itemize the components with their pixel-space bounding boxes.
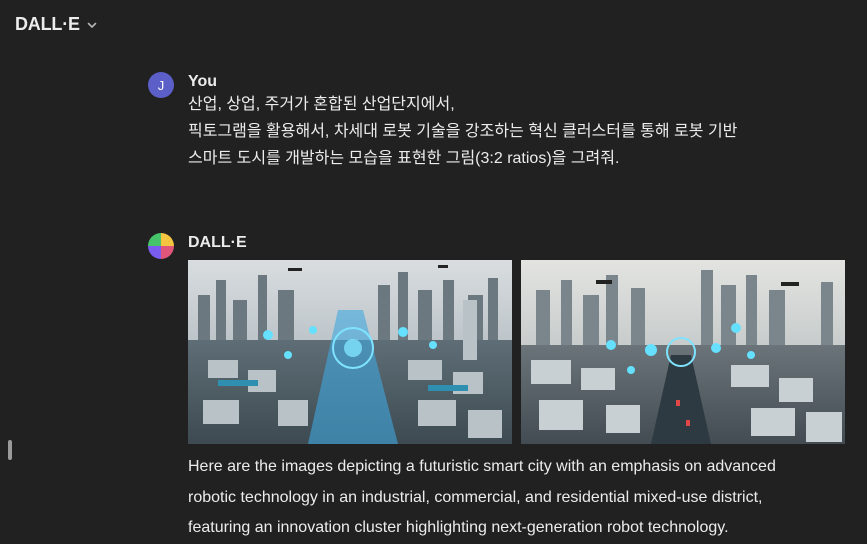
reply-line: Here are the images depicting a futurist… bbox=[188, 458, 776, 475]
generated-image-1[interactable] bbox=[188, 260, 512, 444]
sidebar-resize-handle[interactable] bbox=[8, 440, 12, 460]
user-message-text: 산업, 상업, 주거가 혼합된 산업단지에서, 픽토그램을 활용해서, 차세대 … bbox=[188, 91, 848, 172]
smart-city-image bbox=[188, 260, 512, 444]
model-selector[interactable]: DALL·E bbox=[15, 14, 98, 35]
user-author: You bbox=[188, 73, 218, 90]
user-avatar-letter: J bbox=[157, 77, 165, 93]
dalle-logo-icon bbox=[148, 233, 174, 259]
user-message-line: 픽토그램을 활용해서, 차세대 로봇 기술을 강조하는 혁신 클러스터를 통해 … bbox=[188, 123, 738, 140]
assistant-author: DALL·E bbox=[188, 234, 247, 251]
image-gallery bbox=[188, 260, 845, 444]
chevron-down-icon bbox=[87, 22, 97, 28]
user-message-line: 스마트 도시를 개발하는 모습을 표현한 그림(3:2 ratios)을 그려줘… bbox=[188, 150, 620, 167]
reply-line: featuring an innovation cluster highligh… bbox=[188, 519, 729, 536]
user-message-line: 산업, 상업, 주거가 혼합된 산업단지에서, bbox=[188, 96, 455, 113]
smart-city-image bbox=[521, 260, 845, 444]
reply-line: robotic technology in an industrial, com… bbox=[188, 488, 763, 506]
generated-image-2[interactable] bbox=[521, 260, 845, 444]
user-avatar: J bbox=[148, 72, 174, 98]
model-title: DALL·E bbox=[15, 14, 80, 34]
assistant-reply-text: Here are the images depicting a futurist… bbox=[188, 452, 867, 544]
